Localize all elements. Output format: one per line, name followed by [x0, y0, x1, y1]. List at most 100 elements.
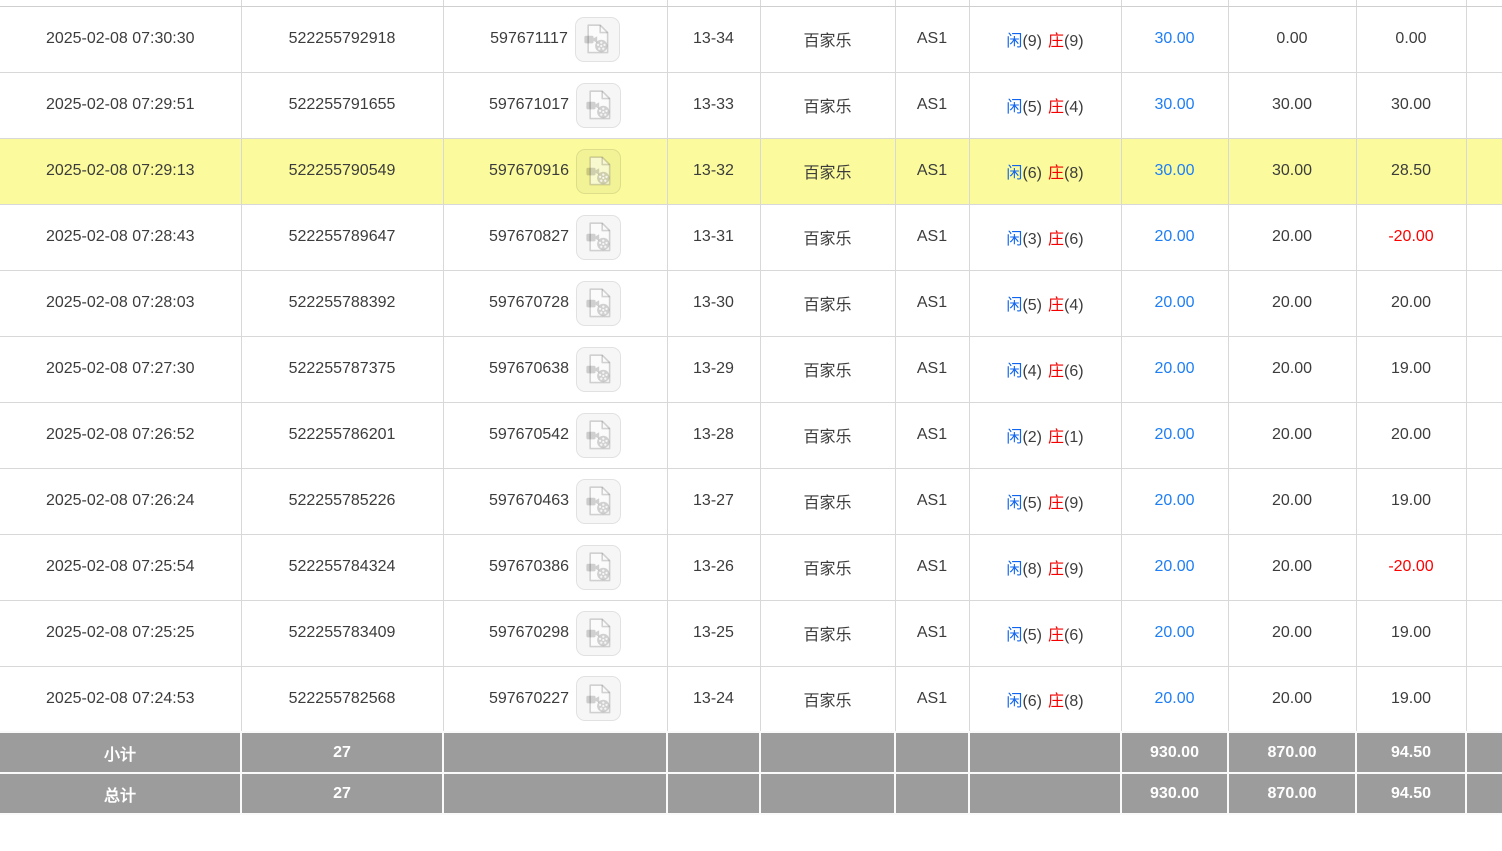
table-row[interactable]: 2025-02-08 07:26:52 522255786201 5976705…: [0, 402, 1502, 468]
bet-amount-link[interactable]: 20.00: [1154, 294, 1194, 311]
video-replay-button[interactable]: [576, 676, 621, 721]
valid-bet: 20.00: [1228, 204, 1356, 270]
win-loss: 19.00: [1356, 666, 1466, 732]
valid-bet: 20.00: [1228, 468, 1356, 534]
game-name: 百家乐: [760, 204, 895, 270]
win-loss: 28.50: [1356, 138, 1466, 204]
video-replay-button[interactable]: [576, 479, 621, 524]
game-result: 闲(5)庄(6): [969, 600, 1121, 666]
table-row[interactable]: 2025-02-08 07:28:03 522255788392 5976707…: [0, 270, 1502, 336]
video-replay-button[interactable]: [576, 413, 621, 458]
player-result: 闲(9): [1006, 33, 1042, 50]
round-id-cell: 597670542: [443, 402, 667, 468]
banker-result: 庄(4): [1048, 99, 1084, 116]
video-replay-button[interactable]: [576, 83, 621, 128]
round-id: 597670227: [489, 690, 569, 708]
game-name: 百家乐: [760, 468, 895, 534]
game-name: 百家乐: [760, 534, 895, 600]
valid-bet: 20.00: [1228, 666, 1356, 732]
win-loss: -20.00: [1356, 204, 1466, 270]
bet-records-table: 2025-02-08 07:30:30 522255792918 5976711…: [0, 0, 1502, 815]
bet-amount-cell: 20.00: [1121, 270, 1228, 336]
banker-result: 庄(8): [1048, 165, 1084, 182]
order-number: 522255785226: [241, 468, 443, 534]
round-id: 597670916: [489, 162, 569, 180]
valid-bet: 20.00: [1228, 270, 1356, 336]
table-row[interactable]: 2025-02-08 07:29:13 522255790549 5976709…: [0, 138, 1502, 204]
table-row[interactable]: 2025-02-08 07:28:43 522255789647 5976708…: [0, 204, 1502, 270]
round-id-cell: 597670916: [443, 138, 667, 204]
table-name: AS1: [895, 72, 969, 138]
empty-cell: [1466, 138, 1502, 204]
bet-amount-link[interactable]: 20.00: [1154, 426, 1194, 443]
bet-amount-cell: 30.00: [1121, 6, 1228, 72]
subtotal-label: 小计: [0, 732, 241, 773]
table-name: AS1: [895, 600, 969, 666]
video-replay-button[interactable]: [575, 17, 620, 62]
bet-amount-link[interactable]: 20.00: [1154, 228, 1194, 245]
player-result: 闲(8): [1006, 561, 1042, 578]
round-id: 597670638: [489, 360, 569, 378]
bet-amount-link[interactable]: 30.00: [1154, 30, 1194, 47]
round-id: 597670298: [489, 624, 569, 642]
table-row[interactable]: 2025-02-08 07:24:53 522255782568 5976702…: [0, 666, 1502, 732]
total-bet: 930.00: [1121, 773, 1228, 814]
total-winloss: 94.50: [1356, 773, 1466, 814]
video-file-icon: [584, 551, 614, 583]
round-id-cell: 597670728: [443, 270, 667, 336]
banker-result: 庄(6): [1048, 627, 1084, 644]
bet-time: 2025-02-08 07:25:25: [0, 600, 241, 666]
win-loss: -20.00: [1356, 534, 1466, 600]
player-result: 闲(6): [1006, 165, 1042, 182]
round-id-cell: 597670827: [443, 204, 667, 270]
player-result: 闲(6): [1006, 693, 1042, 710]
bet-amount-link[interactable]: 20.00: [1154, 558, 1194, 575]
video-file-icon: [584, 89, 614, 121]
order-number: 522255789647: [241, 204, 443, 270]
round-number: 13-25: [667, 600, 760, 666]
valid-bet: 20.00: [1228, 402, 1356, 468]
win-loss: 20.00: [1356, 270, 1466, 336]
empty-cell: [1466, 336, 1502, 402]
round-number: 13-29: [667, 336, 760, 402]
round-id: 597670386: [489, 558, 569, 576]
table-row[interactable]: 2025-02-08 07:25:54 522255784324 5976703…: [0, 534, 1502, 600]
table-row[interactable]: 2025-02-08 07:26:24 522255785226 5976704…: [0, 468, 1502, 534]
video-replay-button[interactable]: [576, 545, 621, 590]
bet-amount-cell: 20.00: [1121, 600, 1228, 666]
bet-amount-link[interactable]: 30.00: [1154, 162, 1194, 179]
game-result: 闲(6) 庄(8): [969, 138, 1121, 204]
player-result: 闲(5): [1006, 495, 1042, 512]
video-replay-button[interactable]: [576, 347, 621, 392]
subtotal-winloss: 94.50: [1356, 732, 1466, 773]
video-replay-button[interactable]: [576, 215, 621, 260]
game-result: 闲(9)庄(9): [969, 6, 1121, 72]
round-id-cell: 597670386: [443, 534, 667, 600]
bet-amount-link[interactable]: 20.00: [1154, 624, 1194, 641]
game-result: 闲(5)庄(4): [969, 270, 1121, 336]
table-name: AS1: [895, 468, 969, 534]
game-result: 闲(8)庄(9): [969, 534, 1121, 600]
table-row[interactable]: 2025-02-08 07:29:51 522255791655 5976710…: [0, 72, 1502, 138]
total-count: 27: [241, 773, 443, 814]
banker-result: 庄(8): [1048, 693, 1084, 710]
bet-amount-link[interactable]: 20.00: [1154, 690, 1194, 707]
table-row[interactable]: 2025-02-08 07:25:25 522255783409 5976702…: [0, 600, 1502, 666]
valid-bet: 20.00: [1228, 600, 1356, 666]
empty-cell: [1466, 534, 1502, 600]
video-file-icon: [584, 485, 614, 517]
video-replay-button[interactable]: [576, 611, 621, 656]
table-name: AS1: [895, 6, 969, 72]
order-number: 522255788392: [241, 270, 443, 336]
round-id: 597671017: [489, 96, 569, 114]
video-replay-button[interactable]: [576, 281, 621, 326]
game-result: 闲(5)庄(9): [969, 468, 1121, 534]
bet-amount-link[interactable]: 20.00: [1154, 360, 1194, 377]
video-replay-button[interactable]: [576, 149, 621, 194]
bet-amount-link[interactable]: 30.00: [1154, 96, 1194, 113]
table-row[interactable]: 2025-02-08 07:27:30 522255787375 5976706…: [0, 336, 1502, 402]
table-row[interactable]: 2025-02-08 07:30:30 522255792918 5976711…: [0, 6, 1502, 72]
bet-amount-cell: 20.00: [1121, 666, 1228, 732]
order-number: 522255787375: [241, 336, 443, 402]
bet-amount-link[interactable]: 20.00: [1154, 492, 1194, 509]
